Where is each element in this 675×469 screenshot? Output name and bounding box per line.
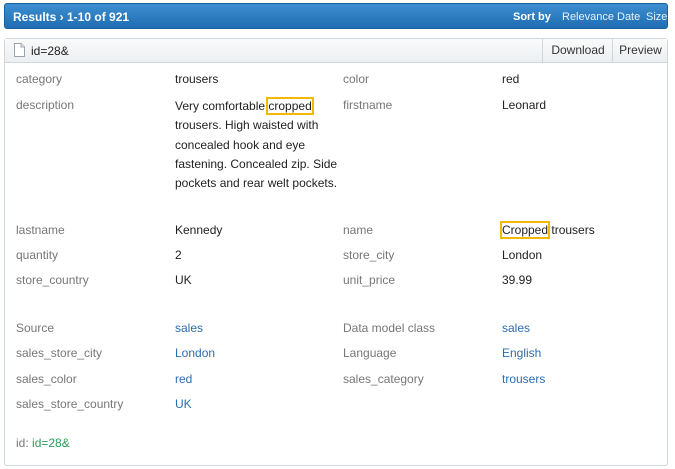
field-value-lastname: Kennedy <box>175 223 223 237</box>
description-text-rest: trousers. High waisted with concealed ho… <box>175 118 338 191</box>
sort-by-label: Sort by <box>513 11 551 23</box>
facet-link-sales-store-city[interactable]: London <box>175 345 215 361</box>
document-title[interactable]: id=28& <box>31 44 69 58</box>
field-label-color: color <box>343 72 370 86</box>
facet-label-sales-store-country: sales_store_country <box>16 397 124 411</box>
field-label-description: description <box>16 98 75 112</box>
facet-link-sales-store-country[interactable]: UK <box>175 396 192 412</box>
field-value-description: Very comfortable cropped trousers. High … <box>175 97 345 193</box>
field-label-quantity: quantity <box>16 248 59 262</box>
field-label-store-country: store_country <box>16 273 89 287</box>
field-label-lastname: lastname <box>16 223 65 237</box>
field-value-store-city: London <box>502 248 543 262</box>
description-text-start: Very comfortable <box>175 99 269 113</box>
facet-link-sales-color[interactable]: red <box>175 371 192 387</box>
field-value-store-country: UK <box>175 273 192 287</box>
id-footer-value: id=28& <box>32 436 70 450</box>
facet-label-data-model-class: Data model class <box>343 321 436 335</box>
field-label-firstname: firstname <box>343 98 393 112</box>
document-id-footer: id: id=28& <box>16 436 70 450</box>
results-count: Results › 1-10 of 921 <box>13 10 130 24</box>
facet-link-sales-category[interactable]: trousers <box>502 371 545 387</box>
search-highlight: cropped <box>266 97 314 115</box>
name-text-rest: trousers <box>548 223 595 237</box>
results-header-bar: Results › 1-10 of 921 Sort by Relevance … <box>4 3 668 29</box>
sort-date-link[interactable]: Date <box>617 11 640 23</box>
sort-relevance-link[interactable]: Relevance <box>562 11 614 23</box>
field-value-firstname: Leonard <box>502 98 547 112</box>
field-label-name: name <box>343 223 374 237</box>
facet-label-sales-store-city: sales_store_city <box>16 346 103 360</box>
field-label-store-city: store_city <box>343 248 395 262</box>
id-footer-label: id: <box>16 436 29 450</box>
facet-link-data-model-class[interactable]: sales <box>502 320 530 336</box>
facet-label-sales-category: sales_category <box>343 372 424 386</box>
download-button[interactable]: Download <box>542 39 613 62</box>
field-label-category: category <box>16 72 63 86</box>
field-value-color: red <box>502 72 520 86</box>
facet-link-language[interactable]: English <box>502 345 541 361</box>
facet-label-sales-color: sales_color <box>16 372 77 386</box>
field-value-category: trousers <box>175 72 219 86</box>
search-highlight: Cropped <box>499 221 551 239</box>
preview-button[interactable]: Preview <box>612 39 668 62</box>
facet-label-language: Language <box>343 346 397 360</box>
field-label-unit-price: unit_price <box>343 273 396 287</box>
field-value-unit-price: 39.99 <box>502 273 533 287</box>
facet-label-source: Source <box>16 321 55 335</box>
field-value-quantity: 2 <box>175 248 182 262</box>
field-value-name: Cropped trousers <box>499 221 595 239</box>
facet-link-source[interactable]: sales <box>175 320 203 336</box>
document-icon <box>14 43 25 57</box>
result-card: id=28& Download Preview category trouser… <box>4 38 668 466</box>
sort-size-link[interactable]: Size <box>646 11 667 23</box>
result-card-header: id=28& Download Preview <box>5 39 667 63</box>
